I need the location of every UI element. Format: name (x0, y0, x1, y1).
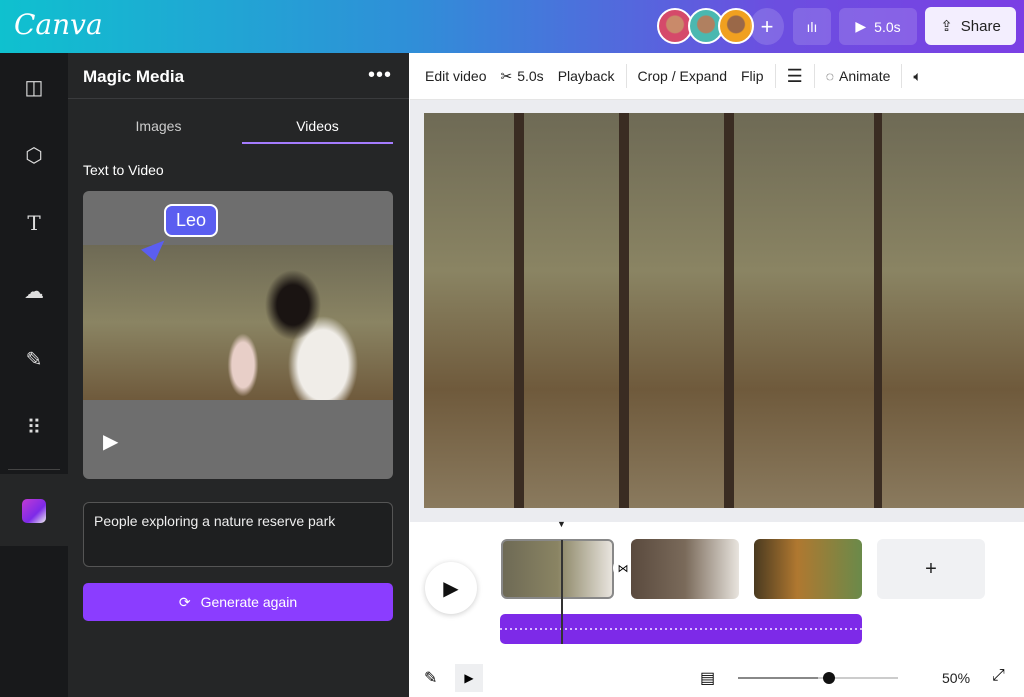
panel-title: Magic Media (83, 67, 185, 86)
playback-button[interactable]: Playback (551, 68, 622, 84)
divider (901, 64, 903, 88)
crop-button[interactable]: Crop / Expand (631, 68, 735, 84)
animate-label: Animate (839, 68, 891, 84)
video-preview[interactable]: ▶ (83, 191, 393, 479)
present-icon[interactable]: ▶ (455, 664, 483, 692)
grid-view-icon[interactable]: ▤ (700, 668, 715, 688)
zoom-slider-handle[interactable] (823, 672, 835, 684)
edit-video-button[interactable]: Edit video (410, 68, 493, 84)
play-duration: 5.0s (874, 18, 901, 35)
more-icon[interactable]: ••• (368, 64, 392, 87)
tab-images[interactable]: Images (83, 118, 234, 134)
add-clip-button[interactable]: + (877, 539, 985, 599)
magic-media-icon (22, 499, 46, 523)
share-button[interactable]: ⇪ Share (925, 7, 1016, 45)
playhead-line (561, 540, 563, 644)
draw-icon[interactable]: ✎ (0, 339, 68, 379)
section-title: Text to Video (83, 162, 164, 178)
generate-label: Generate again (200, 594, 298, 610)
divider (68, 98, 409, 99)
refresh-icon: ⟳ (178, 593, 191, 610)
generate-again-button[interactable]: ⟳ Generate again (83, 583, 393, 621)
zoom-level: 50% (942, 670, 971, 686)
position-icon[interactable]: ☰ (780, 66, 810, 87)
canva-logo[interactable]: Canva (14, 8, 103, 41)
apps-icon[interactable]: ⠿ (0, 407, 68, 447)
trim-button[interactable]: ✂ 5.0s (493, 68, 550, 85)
avatar[interactable] (718, 8, 754, 44)
divider (813, 64, 815, 88)
divider (8, 469, 60, 470)
editor-toolbar: Edit video ✂ 5.0s Playback Crop / Expand … (410, 53, 1024, 100)
play-button[interactable]: ▶ 5.0s (839, 8, 917, 45)
play-icon[interactable]: ▶ (103, 429, 118, 454)
clip-1[interactable] (501, 539, 614, 599)
fullscreen-icon[interactable]: ⤢ (992, 667, 1005, 685)
clip-3[interactable] (754, 539, 862, 599)
playhead-marker[interactable]: ▼ (557, 519, 566, 529)
waveform (500, 628, 862, 630)
animate-button[interactable]: ◌ Animate (819, 68, 898, 84)
elements-icon[interactable]: ⬡ (0, 135, 68, 175)
audio-track[interactable] (500, 614, 862, 644)
scissors-icon: ✂ (500, 67, 513, 84)
transition-icon[interactable]: ⋈ (613, 558, 633, 578)
share-icon: ⇪ (940, 18, 953, 35)
divider (774, 64, 776, 88)
upload-icon[interactable]: ☁ (0, 271, 68, 311)
duration: 5.0s (517, 68, 544, 84)
notes-icon[interactable]: ✎ (424, 668, 437, 688)
zoom-slider[interactable] (738, 677, 898, 679)
volume-icon[interactable]: 🔈︎ (906, 68, 928, 85)
play-icon: ▶ (855, 18, 867, 34)
tab-videos[interactable]: Videos (242, 118, 393, 134)
plus-icon[interactable]: + (750, 8, 784, 45)
timeline-play-button[interactable]: ▶ (425, 562, 477, 614)
video-thumbnail (83, 245, 393, 400)
divider (625, 64, 627, 88)
layout-icon[interactable]: ◫ (0, 67, 68, 107)
flip-button[interactable]: Flip (734, 68, 771, 84)
share-label: Share (960, 17, 1001, 35)
chart-icon[interactable]: ılı (793, 8, 831, 45)
animate-icon: ◌ (825, 68, 835, 84)
tab-indicator (242, 142, 393, 144)
prompt-input[interactable]: People exploring a nature reserve park (83, 502, 393, 567)
clip-2[interactable] (631, 539, 739, 599)
text-icon[interactable]: T (0, 203, 68, 243)
collaborator-cursor-label: Leo (164, 204, 219, 237)
video-frame[interactable] (424, 113, 1024, 508)
